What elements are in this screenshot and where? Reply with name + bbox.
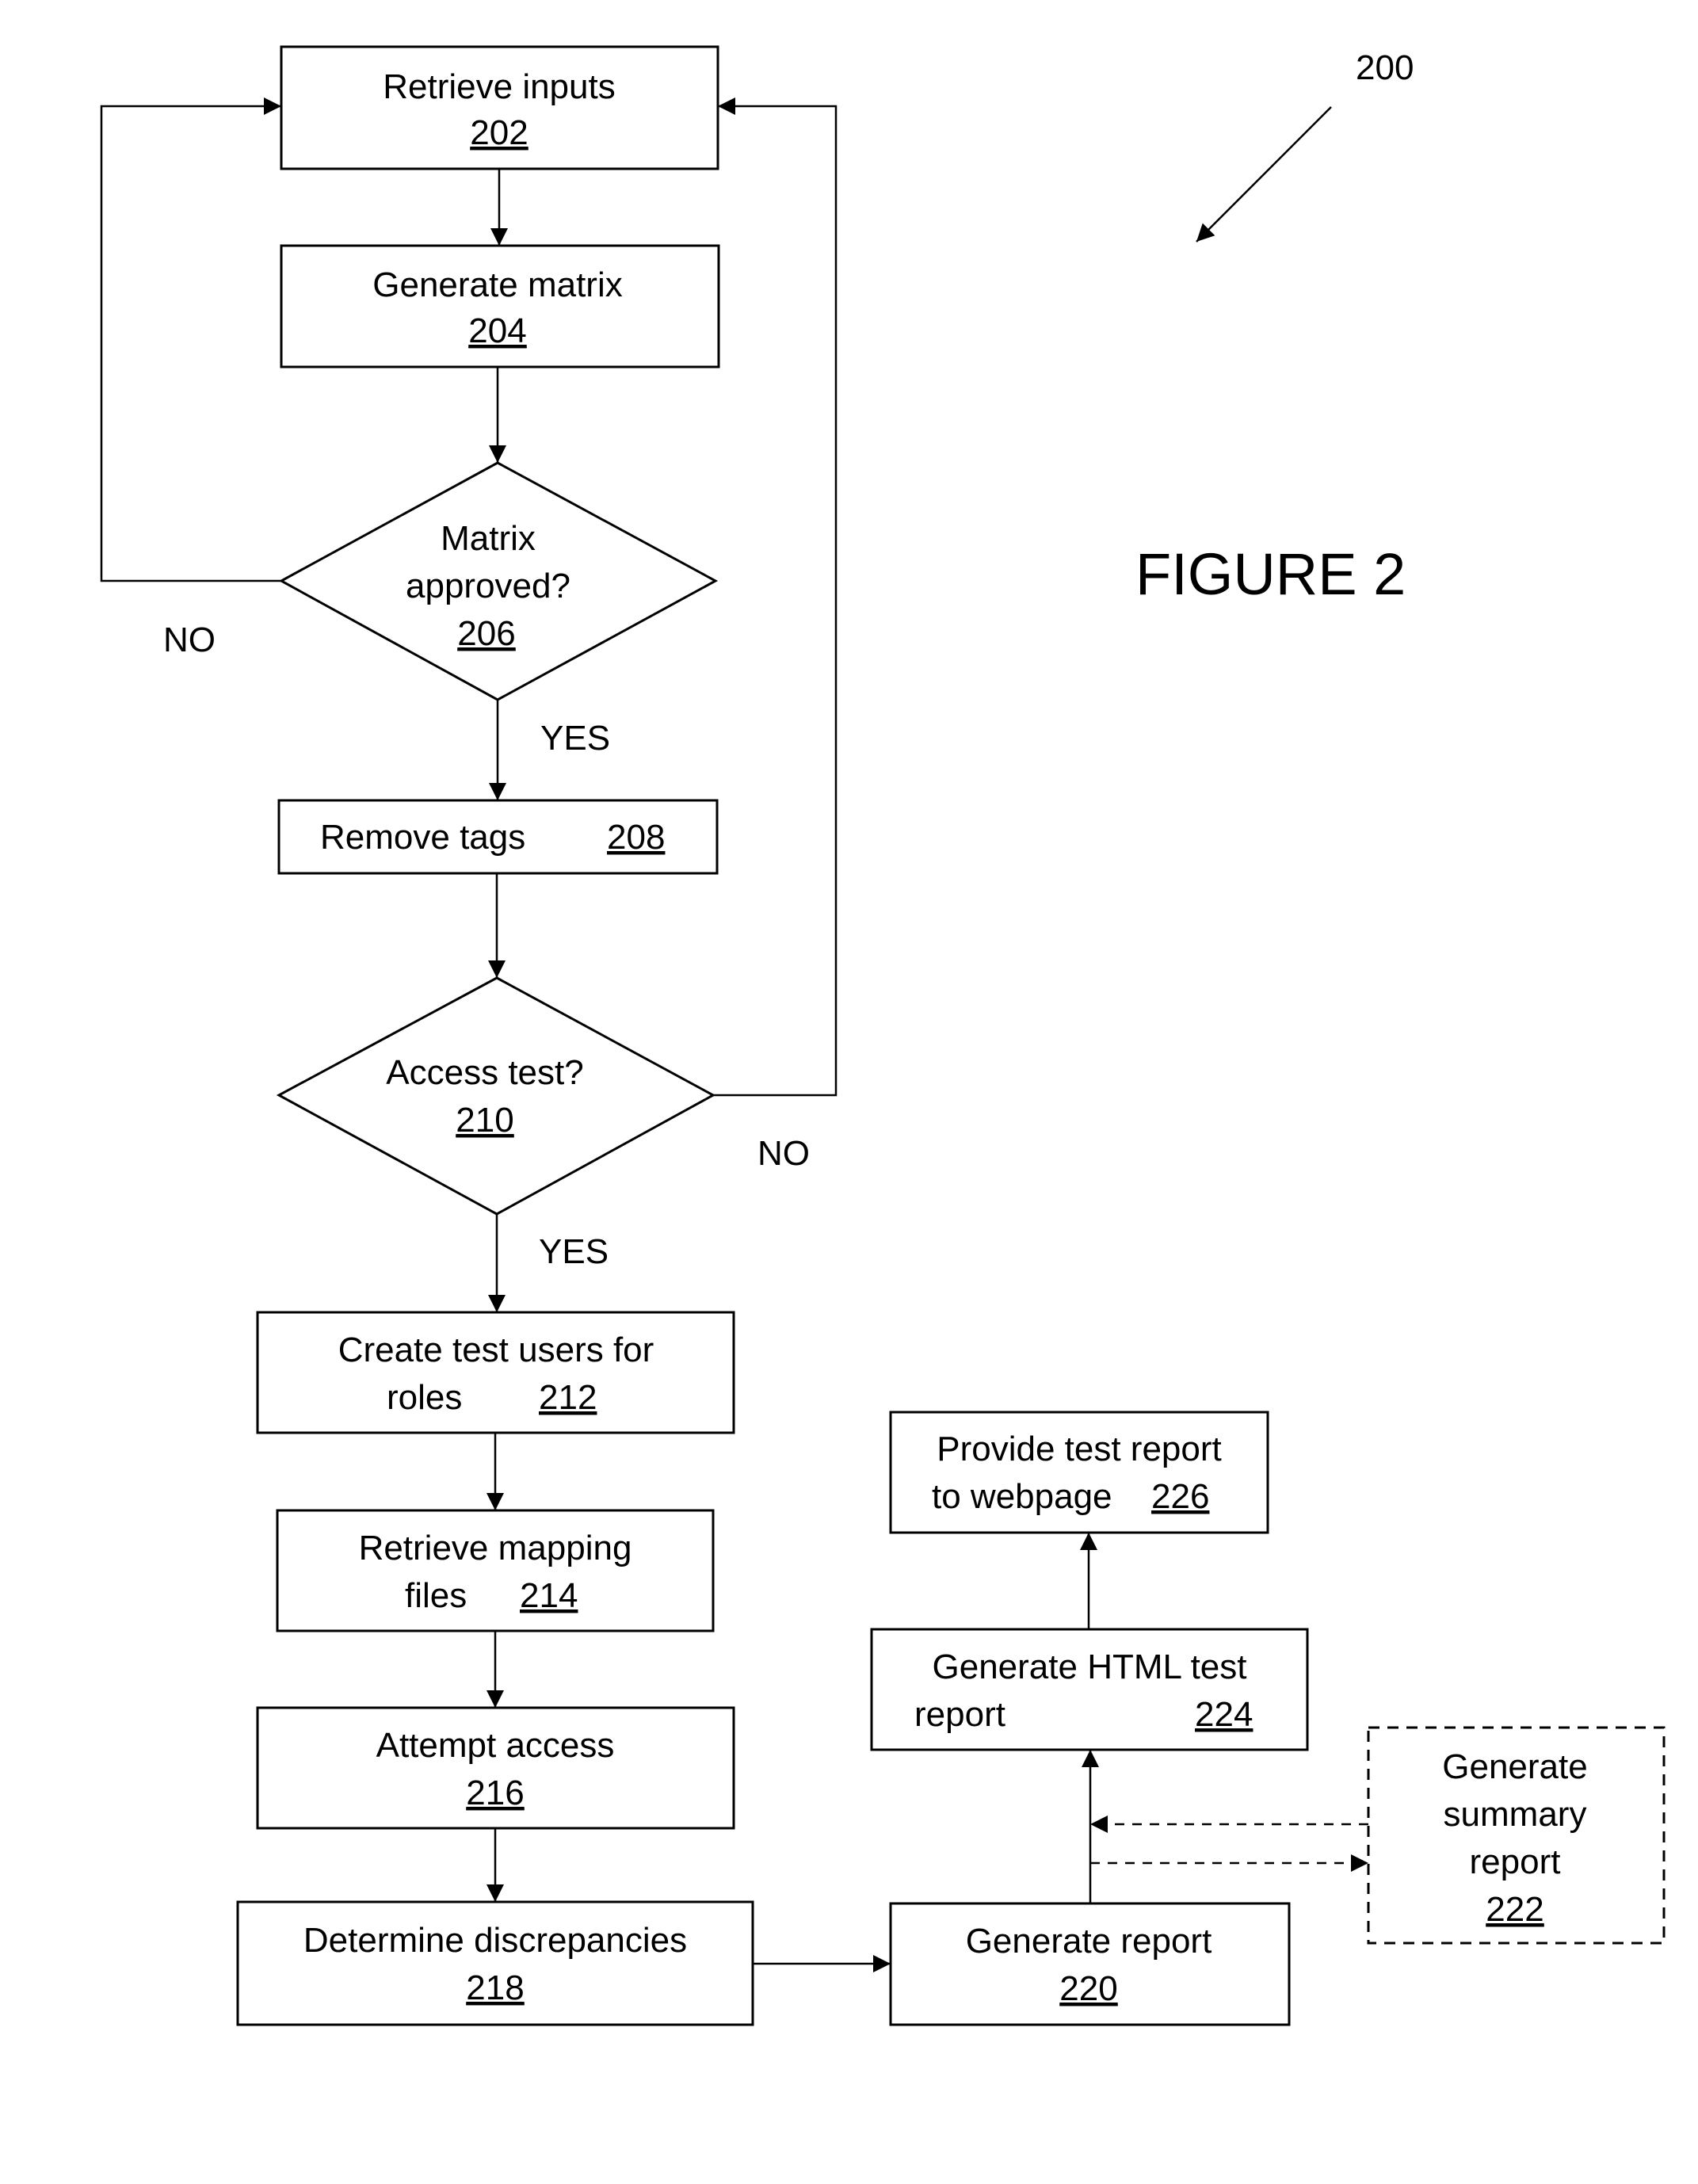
node-create-test-users[interactable]: Create test users for roles 212 — [256, 1311, 735, 1434]
node-label: to webpage — [932, 1477, 1112, 1516]
node-ref: 226 — [1151, 1477, 1209, 1516]
node-determine-discrepancies[interactable]: Determine discrepancies 218 — [236, 1900, 754, 2026]
node-ref: 208 — [607, 818, 665, 857]
decision-matrix-approved[interactable]: Matrix approved? 206 — [278, 461, 719, 701]
node-label: Matrix — [441, 519, 536, 558]
figure-reference-arrow — [1196, 106, 1332, 242]
node-label: report — [914, 1695, 1005, 1734]
node-label: Create test users for — [338, 1331, 654, 1369]
node-provide-test-report[interactable]: Provide test report to webpage 226 — [889, 1411, 1269, 1534]
node-ref: 212 — [539, 1378, 597, 1417]
edge-210-no-loop — [713, 97, 838, 1097]
node-label: Remove tags — [320, 818, 525, 857]
node-ref: 214 — [520, 1576, 578, 1615]
node-label: Retrieve inputs — [383, 67, 615, 106]
node-retrieve-mapping-files[interactable]: Retrieve mapping files 214 — [276, 1509, 715, 1632]
node-ref: 216 — [466, 1774, 524, 1812]
edge-206-no-loop — [100, 97, 281, 582]
figure-reference-label: 200 — [1356, 48, 1414, 87]
node-ref: 210 — [456, 1101, 513, 1140]
node-ref: 202 — [470, 113, 528, 152]
node-label: files — [405, 1576, 467, 1615]
node-retrieve-inputs[interactable]: Retrieve inputs 202 — [280, 45, 719, 170]
node-generate-html-test-report[interactable]: Generate HTML test report 224 — [870, 1628, 1309, 1751]
node-generate-summary-report[interactable]: Generate summary report 222 — [1367, 1726, 1666, 1945]
node-label: roles — [387, 1378, 462, 1417]
node-ref: 204 — [468, 311, 526, 350]
node-label: Attempt access — [376, 1726, 615, 1765]
node-generate-report[interactable]: Generate report 220 — [889, 1902, 1291, 2026]
node-label: Generate report — [966, 1922, 1212, 1961]
node-label: Retrieve mapping — [359, 1529, 632, 1567]
edge-label-210-no: NO — [757, 1134, 810, 1173]
node-label: approved? — [406, 567, 570, 605]
flowchart-canvas: 200 FIGURE 2 NO YES NO YES Retrieve inpu… — [100, 45, 1666, 2026]
node-label: Generate matrix — [372, 265, 622, 304]
node-label: Determine discrepancies — [303, 1921, 687, 1960]
node-ref: 224 — [1195, 1695, 1253, 1734]
edge-label-206-no: NO — [163, 620, 216, 659]
figure-title: FIGURE 2 — [1135, 541, 1406, 607]
node-label: summary — [1444, 1795, 1587, 1834]
node-ref: 220 — [1059, 1969, 1117, 2008]
node-remove-tags[interactable]: Remove tags 208 — [277, 799, 719, 875]
node-label: Generate HTML test — [933, 1648, 1247, 1686]
node-label: report — [1470, 1842, 1561, 1881]
node-label: Access test? — [386, 1053, 583, 1092]
node-label: Generate — [1442, 1747, 1587, 1786]
node-ref: 222 — [1486, 1890, 1543, 1929]
node-ref: 218 — [466, 1968, 524, 2007]
node-generate-matrix[interactable]: Generate matrix 204 — [280, 244, 720, 368]
node-label: Provide test report — [937, 1430, 1222, 1468]
edge-label-206-yes: YES — [540, 719, 610, 758]
node-ref: 206 — [457, 614, 515, 653]
decision-access-test[interactable]: Access test? 210 — [276, 976, 716, 1216]
edge-label-210-yes: YES — [539, 1232, 609, 1271]
node-attempt-access[interactable]: Attempt access 216 — [256, 1706, 735, 1830]
